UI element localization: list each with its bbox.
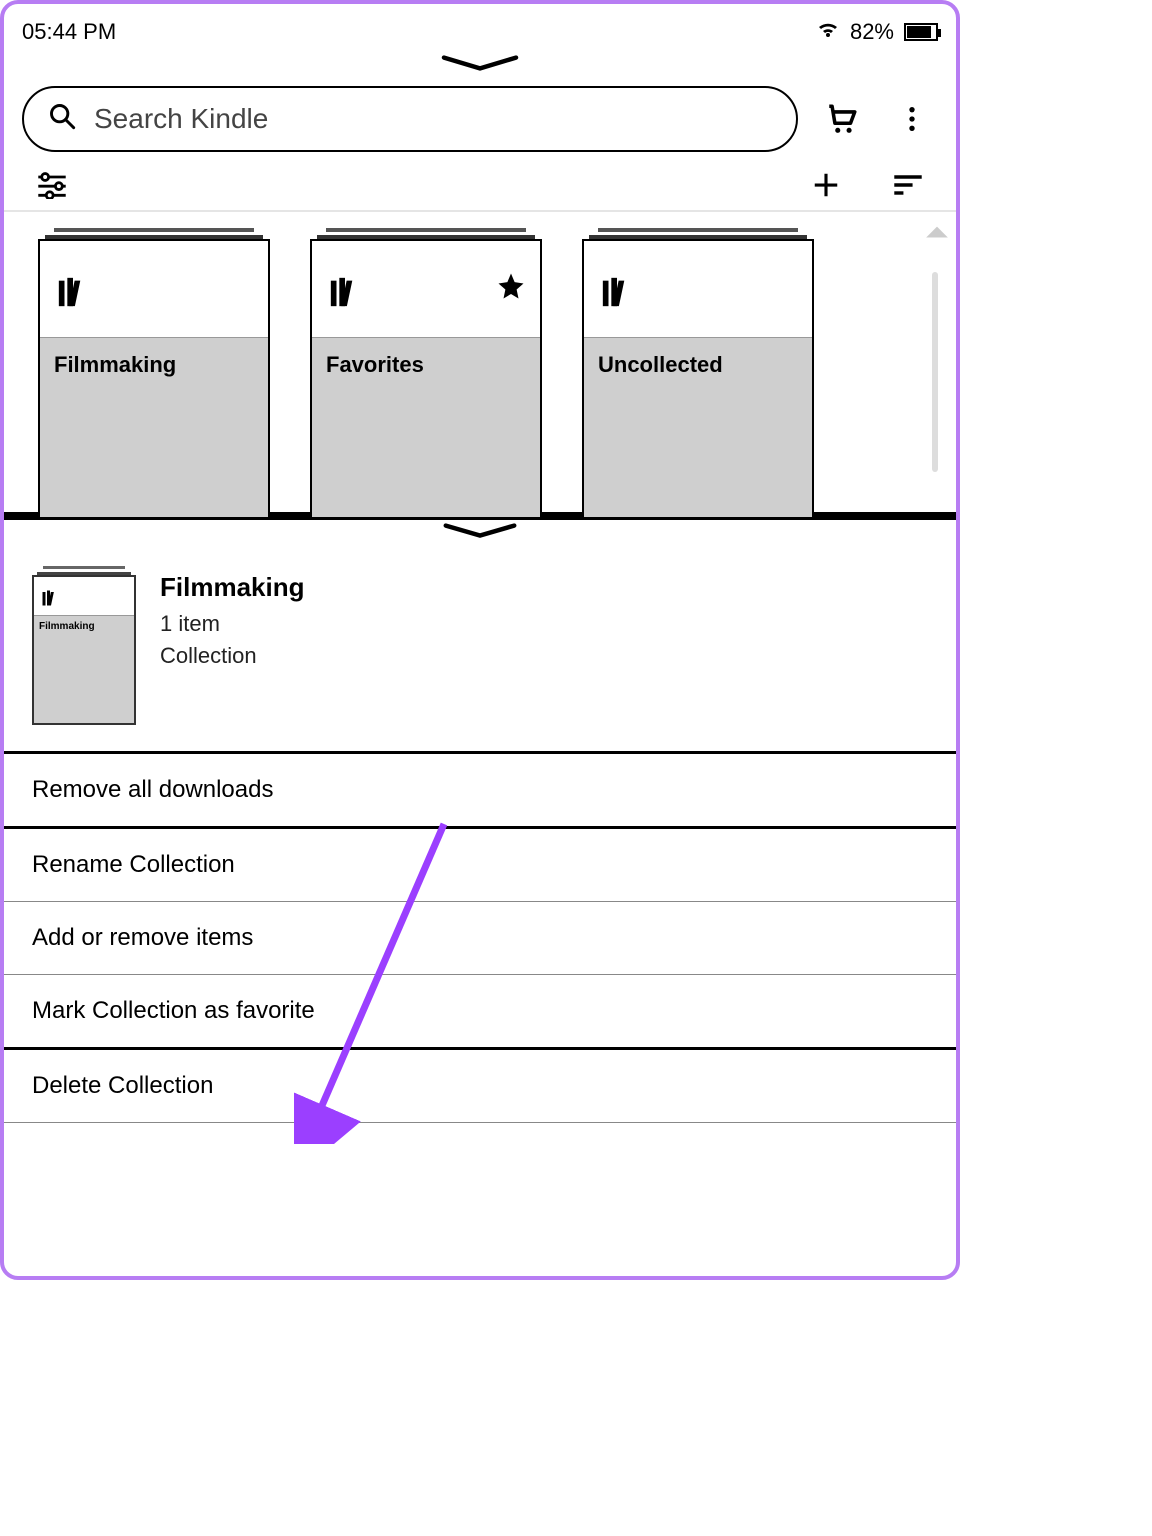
menu-add-remove-items[interactable]: Add or remove items	[4, 902, 956, 975]
collection-uncollected[interactable]: Uncollected	[582, 228, 814, 519]
notification-pull-handle[interactable]	[4, 52, 956, 78]
collection-icon	[326, 275, 364, 314]
detail-title: Filmmaking	[160, 572, 304, 603]
collection-icon	[598, 275, 636, 314]
scrollbar[interactable]	[932, 272, 938, 472]
collection-label: Favorites	[312, 337, 540, 517]
menu-mark-favorite[interactable]: Mark Collection as favorite	[4, 975, 956, 1050]
collection-thumbnail: Filmmaking	[32, 566, 136, 725]
collection-detail-header: Filmmaking Filmmaking 1 item Collection	[4, 546, 956, 751]
sort-button[interactable]	[882, 159, 934, 211]
menu-remove-downloads[interactable]: Remove all downloads	[4, 754, 956, 829]
collection-label: Uncollected	[584, 337, 812, 517]
wifi-icon	[816, 19, 840, 45]
sheet-pull-handle[interactable]	[4, 520, 956, 546]
cart-button[interactable]	[816, 93, 868, 145]
add-button[interactable]	[800, 159, 852, 211]
search-placeholder: Search Kindle	[94, 103, 268, 135]
filter-button[interactable]	[26, 159, 78, 211]
search-icon	[48, 102, 76, 137]
scroll-up-arrow[interactable]	[924, 222, 950, 245]
collections-grid: Filmmaking Favorites	[4, 212, 956, 512]
status-bar: 05:44 PM 82%	[4, 4, 956, 52]
menu-delete-collection[interactable]: Delete Collection	[4, 1050, 956, 1123]
battery-icon	[904, 23, 938, 41]
star-icon	[496, 271, 526, 306]
search-input[interactable]: Search Kindle	[22, 86, 798, 152]
detail-item-count: 1 item	[160, 611, 304, 637]
menu-rename-collection[interactable]: Rename Collection	[4, 829, 956, 902]
collection-favorites[interactable]: Favorites	[310, 228, 542, 519]
more-menu-button[interactable]	[886, 93, 938, 145]
collection-label: Filmmaking	[40, 337, 268, 517]
collection-icon	[54, 275, 92, 314]
collection-filmmaking[interactable]: Filmmaking	[38, 228, 270, 519]
battery-percent: 82%	[850, 19, 894, 45]
clock: 05:44 PM	[22, 19, 116, 45]
thumbnail-label: Filmmaking	[34, 615, 134, 723]
detail-type: Collection	[160, 643, 304, 669]
collection-icon	[40, 589, 60, 612]
